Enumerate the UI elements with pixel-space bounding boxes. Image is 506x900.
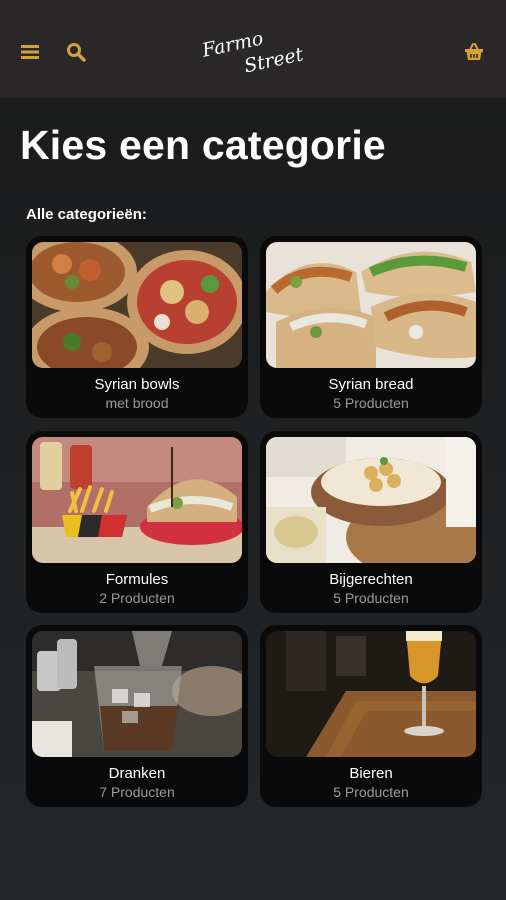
category-card-syrian-bowls[interactable]: Syrian bowls met brood: [26, 236, 248, 418]
category-name: Formules: [105, 571, 169, 588]
category-subtitle: 5 Producten: [333, 784, 409, 800]
category-photo: [266, 242, 476, 368]
menu-button[interactable]: [18, 40, 42, 64]
category-photo: [32, 631, 242, 757]
category-photo: [32, 242, 242, 368]
category-card-formules[interactable]: Formules 2 Producten: [26, 431, 248, 613]
brand-logo[interactable]: Farmo Street: [196, 26, 306, 78]
category-photo: [266, 631, 476, 757]
category-subtitle: 2 Producten: [99, 590, 175, 606]
cart-button[interactable]: [462, 40, 486, 64]
category-subtitle: 5 Producten: [333, 395, 409, 411]
section-label: Alle categorieën:: [26, 206, 147, 223]
category-card-dranken[interactable]: Dranken 7 Producten: [26, 625, 248, 807]
category-subtitle: 5 Producten: [333, 590, 409, 606]
category-subtitle: met brood: [105, 395, 169, 411]
page-title: Kies een categorie: [20, 122, 386, 168]
category-photo: [266, 437, 476, 563]
category-card-syrian-bread[interactable]: Syrian bread 5 Producten: [260, 236, 482, 418]
search-button[interactable]: [64, 40, 88, 64]
menu-icon: [21, 45, 39, 59]
search-icon: [67, 43, 86, 62]
category-photo: [32, 437, 242, 563]
top-app-bar: Farmo Street: [0, 0, 506, 98]
category-name: Bijgerechten: [329, 571, 413, 588]
category-card-bijgerechten[interactable]: Bijgerechten 5 Producten: [260, 431, 482, 613]
category-subtitle: 7 Producten: [99, 784, 175, 800]
category-card-bieren[interactable]: Bieren 5 Producten: [260, 625, 482, 807]
category-name: Bieren: [349, 765, 393, 782]
category-name: Syrian bread: [328, 376, 414, 393]
basket-icon: [465, 43, 483, 60]
category-name: Syrian bowls: [94, 376, 180, 393]
category-name: Dranken: [108, 765, 166, 782]
